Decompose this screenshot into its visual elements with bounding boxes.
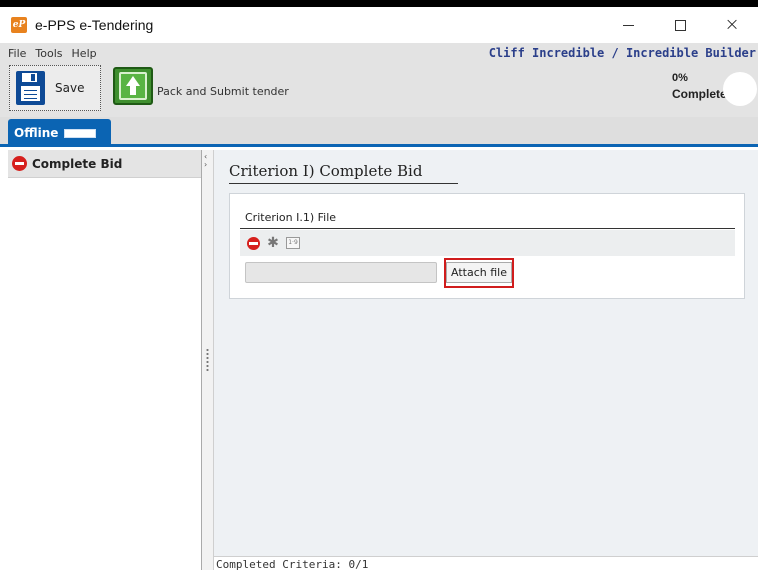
user-name: Cliff Incredible / Incredible Builder [488,46,756,60]
menu-tools[interactable]: Tools [35,47,62,60]
minimize-button[interactable] [602,7,654,43]
offline-indicator [64,128,97,138]
document-icon[interactable]: 1·9 [286,237,300,249]
title-underline [229,183,458,184]
progress-percent: 0% [672,72,688,84]
menu-help[interactable]: Help [72,47,97,60]
criterion-box: Criterion I.1) File ✱ 1·9 Attach file [229,193,745,299]
floppy-disk-icon [16,71,45,105]
save-button[interactable]: Save [9,65,101,111]
maximize-button[interactable] [654,7,706,43]
tab-bar: Offline [0,117,758,147]
status-bar: Completed Criteria: 0/1 [214,556,758,570]
criterion-title: Criterion I) Complete Bid [229,162,423,180]
minimize-icon [622,24,634,26]
attach-file-button[interactable]: Attach file [446,262,512,283]
tab-offline-label: Offline [14,126,59,140]
stop-icon [12,156,27,171]
save-label: Save [55,81,85,95]
close-button[interactable]: × [706,7,758,43]
splitter-grip-icon[interactable] [206,348,209,372]
menu-file[interactable]: File [8,47,26,60]
pack-submit-icon[interactable] [113,67,153,105]
collapse-arrows-icon[interactable]: ‹ › [204,153,207,169]
sub-criterion-title: Criterion I.1) File [245,211,337,224]
file-path-field[interactable] [245,262,437,283]
window-controls: × [602,7,758,43]
progress-label: Complete [672,87,727,101]
main-content: Criterion I) Complete Bid Criterion I.1)… [214,150,758,556]
file-actions-row: ✱ 1·9 [240,230,735,256]
menu-bar: File Tools Help [8,47,97,60]
sidebar-item-complete-bid[interactable]: Complete Bid [8,150,201,178]
maximize-icon [674,19,686,31]
delete-icon[interactable] [247,236,260,250]
window-title: e-PPS e-Tendering [35,17,154,33]
sidebar-item-label: Complete Bid [32,156,123,171]
screen-top-strip [0,0,758,7]
close-icon: × [724,14,740,35]
progress-circle [723,72,757,106]
panel-splitter[interactable]: ‹ › [202,150,214,570]
pack-submit-button[interactable]: Pack and Submit tender [157,85,289,98]
title-bar: eP e-PPS e-Tendering × [0,7,758,43]
sub-title-underline [240,228,735,229]
app-icon: eP [11,17,27,33]
toolbar-area: File Tools Help Cliff Incredible / Incre… [0,43,758,117]
completed-criteria-status: Completed Criteria: 0/1 [216,558,369,570]
puzzle-icon[interactable]: ✱ [266,236,280,250]
criteria-sidebar: Complete Bid [8,150,202,570]
tab-offline[interactable]: Offline [8,119,111,147]
